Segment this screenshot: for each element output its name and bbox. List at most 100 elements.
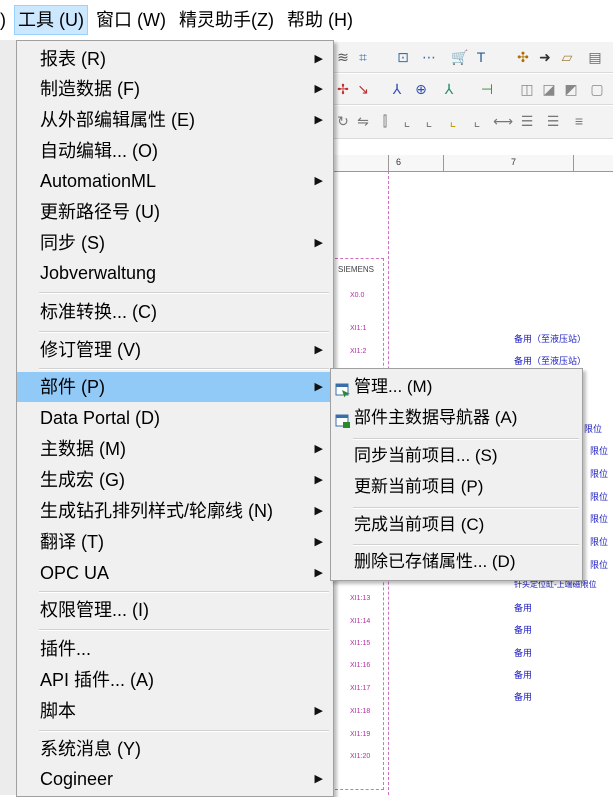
symbol-angle-icon[interactable]: ↘	[355, 81, 371, 97]
mirror-icon[interactable]: ⇋	[355, 113, 371, 129]
select-icon[interactable]: ⋯	[421, 49, 437, 65]
plc-pin-label: XI1:14	[350, 618, 371, 625]
symbol-cross-icon[interactable]: ✢	[335, 81, 351, 97]
menu-item-label: 插件...	[40, 639, 92, 659]
symbol-node-icon[interactable]: ⊕	[413, 81, 429, 97]
menu-item-label: 翻译 (T)	[40, 532, 104, 552]
corner-x-icon[interactable]: ⌞	[469, 113, 485, 129]
submenu-item-manage[interactable]: 管理... (M)	[331, 373, 582, 401]
corner-2-icon[interactable]: ⌞	[421, 113, 437, 129]
layers-icon[interactable]: ▤	[587, 49, 603, 65]
ruler-number: 7	[511, 157, 517, 167]
canvas-annotation: 限位	[590, 446, 609, 456]
menu-item-label: 脚本	[40, 701, 76, 721]
submenu-arrow-icon: ▶	[314, 536, 323, 548]
align-icon[interactable]: ⫿	[377, 113, 393, 129]
rotate-icon[interactable]: ↻	[335, 113, 351, 129]
menu-separator	[39, 591, 329, 593]
corner-icon[interactable]: ⌞	[399, 113, 415, 129]
submenu-item-sync-current-project[interactable]: 同步当前项目... (S)	[331, 442, 582, 470]
bracket-icon[interactable]: ⊡	[395, 49, 411, 65]
menu-item-plugins[interactable]: 插件...	[17, 634, 333, 664]
lines-icon[interactable]: ☰	[519, 113, 535, 129]
menu-item-update-path-number[interactable]: 更新路径号 (U)	[17, 197, 333, 227]
menu-item-label: Jobverwaltung	[40, 263, 157, 283]
tools-menu: 报表 (R) ▶ 制造数据 (F) ▶ 从外部编辑属性 (E) ▶ 自动编辑..…	[16, 40, 334, 797]
menu-bar: ) 工具 (U) 窗口 (W) 精灵助手(Z) 帮助 (H)	[0, 0, 613, 40]
ruler-icon[interactable]: ▱	[559, 49, 575, 65]
menu-item-manufacturing-data[interactable]: 制造数据 (F) ▶	[17, 74, 333, 104]
submenu-arrow-icon: ▶	[314, 344, 323, 356]
menu-separator	[39, 292, 329, 294]
cube-box-icon[interactable]: ▢	[589, 81, 605, 97]
menu-item-master-data[interactable]: 主数据 (M) ▶	[17, 434, 333, 464]
dimension-icon[interactable]: ⟷	[493, 113, 513, 129]
connector-icon[interactable]: ✣	[515, 49, 531, 65]
symbol-branch-icon[interactable]: ⅄	[389, 81, 405, 97]
plc-manufacturer-label: SIEMENS	[338, 265, 375, 274]
menu-item-rights-management[interactable]: 权限管理... (I)	[17, 595, 333, 625]
arrow-right-icon[interactable]: ➜	[537, 49, 553, 65]
menu-separator	[39, 331, 329, 333]
submenu-arrow-icon: ▶	[314, 505, 323, 517]
menu-item-cogineer[interactable]: Cogineer ▶	[17, 764, 333, 794]
menu-item-sync[interactable]: 同步 (S) ▶	[17, 228, 333, 258]
menu-item-label: 修订管理 (V)	[40, 340, 141, 360]
stack-icon[interactable]: ≡	[571, 113, 587, 129]
menu-item-generate-macro[interactable]: 生成宏 (G) ▶	[17, 465, 333, 495]
submenu-item-parts-navigator[interactable]: 部件主数据导航器 (A)	[331, 404, 582, 432]
cube-icon[interactable]: ◫	[519, 81, 535, 97]
menu-item-standard-conversion[interactable]: 标准转换... (C)	[17, 297, 333, 327]
submenu-item-complete-current-project[interactable]: 完成当前项目 (C)	[331, 511, 582, 539]
menu-item-data-portal[interactable]: Data Portal (D)	[17, 403, 333, 433]
menu-item-revision-management[interactable]: 修订管理 (V) ▶	[17, 335, 333, 365]
grid-icon[interactable]: ⌗	[355, 49, 371, 65]
text-frame-icon[interactable]: T	[473, 49, 489, 65]
cube-view-icon[interactable]: ◩	[563, 81, 579, 97]
menubar-item-window[interactable]: 窗口 (W)	[96, 6, 166, 34]
menu-item-api-plugins[interactable]: API 插件... (A)	[17, 665, 333, 695]
submenu-item-update-current-project[interactable]: 更新当前项目 (P)	[331, 473, 582, 501]
rows-icon[interactable]: ≋	[335, 49, 351, 65]
menubar-item-help[interactable]: 帮助 (H)	[287, 6, 353, 34]
menu-item-auto-edit[interactable]: 自动编辑... (O)	[17, 136, 333, 166]
ruler-tick	[443, 155, 444, 171]
symbol-line-icon[interactable]: ⊣	[479, 81, 495, 97]
menu-item-opc-ua[interactable]: OPC UA ▶	[17, 558, 333, 588]
menu-item-system-messages[interactable]: 系统消息 (Y)	[17, 734, 333, 764]
canvas-annotation: 限位	[584, 424, 603, 434]
menu-item-reports[interactable]: 报表 (R) ▶	[17, 44, 333, 74]
cart-icon[interactable]: 🛒	[451, 49, 468, 65]
menubar-item-tools[interactable]: 工具 (U)	[14, 5, 88, 35]
menubar-item-partial[interactable]: )	[0, 6, 6, 34]
menu-item-edit-external-properties[interactable]: 从外部编辑属性 (E) ▶	[17, 105, 333, 135]
submenu-arrow-icon: ▶	[314, 443, 323, 455]
plc-pin-label: XI1:2	[350, 348, 367, 355]
menu-separator	[39, 730, 329, 732]
parts-navigator-icon	[335, 410, 351, 428]
corner-star-icon[interactable]: ⌞	[445, 113, 461, 129]
canvas-annotation: 限位	[590, 537, 609, 547]
menu-item-label: 部件 (P)	[40, 377, 105, 397]
menubar-item-wizard[interactable]: 精灵助手(Z)	[179, 6, 274, 34]
submenu-item-label: 完成当前项目 (C)	[354, 515, 485, 534]
menu-item-scripts[interactable]: 脚本 ▶	[17, 696, 333, 726]
menu-separator	[353, 507, 579, 509]
menu-separator	[353, 438, 579, 440]
menu-separator	[39, 368, 329, 370]
menu-item-jobverwaltung[interactable]: Jobverwaltung	[17, 258, 333, 288]
canvas-annotation: 备用	[514, 603, 533, 613]
menu-item-label: 从外部编辑属性 (E)	[40, 110, 195, 130]
canvas-annotation: 备用	[514, 625, 533, 635]
canvas-annotation: 备用	[514, 670, 533, 680]
cube-edit-icon[interactable]: ◪	[541, 81, 557, 97]
menu-item-drilling-pattern[interactable]: 生成钻孔排列样式/轮廓线 (N) ▶	[17, 496, 333, 526]
symbol-split-icon[interactable]: ⅄	[441, 81, 457, 97]
submenu-item-delete-stored-properties[interactable]: 删除已存储属性... (D)	[331, 548, 582, 576]
menu-item-parts[interactable]: 部件 (P) ▶	[17, 372, 333, 402]
menu-item-label: Cogineer	[40, 769, 114, 789]
lines-2-icon[interactable]: ☰	[545, 113, 561, 129]
menu-item-translate[interactable]: 翻译 (T) ▶	[17, 527, 333, 557]
menu-item-label: 标准转换... (C)	[40, 302, 157, 322]
menu-item-automationml[interactable]: AutomationML ▶	[17, 166, 333, 196]
